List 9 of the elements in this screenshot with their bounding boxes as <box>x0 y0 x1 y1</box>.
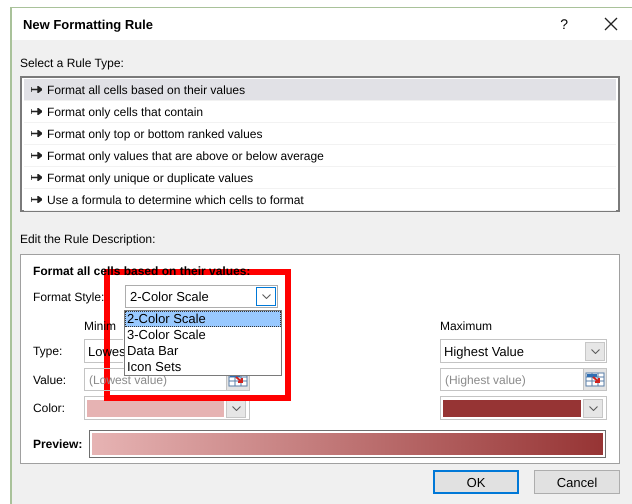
section-label: Select a Rule Type: <box>20 56 124 71</box>
field-label: Type: <box>33 344 64 358</box>
window-title: New Formatting Rule <box>23 16 154 32</box>
field-label: Color: <box>33 401 66 415</box>
column-header: Maximum <box>440 319 494 334</box>
section-label: Edit the Rule Description: <box>20 232 156 247</box>
field-label: Value: <box>33 372 68 386</box>
field-label: Format Style: <box>33 290 106 304</box>
field-label: Preview: <box>33 437 84 451</box>
